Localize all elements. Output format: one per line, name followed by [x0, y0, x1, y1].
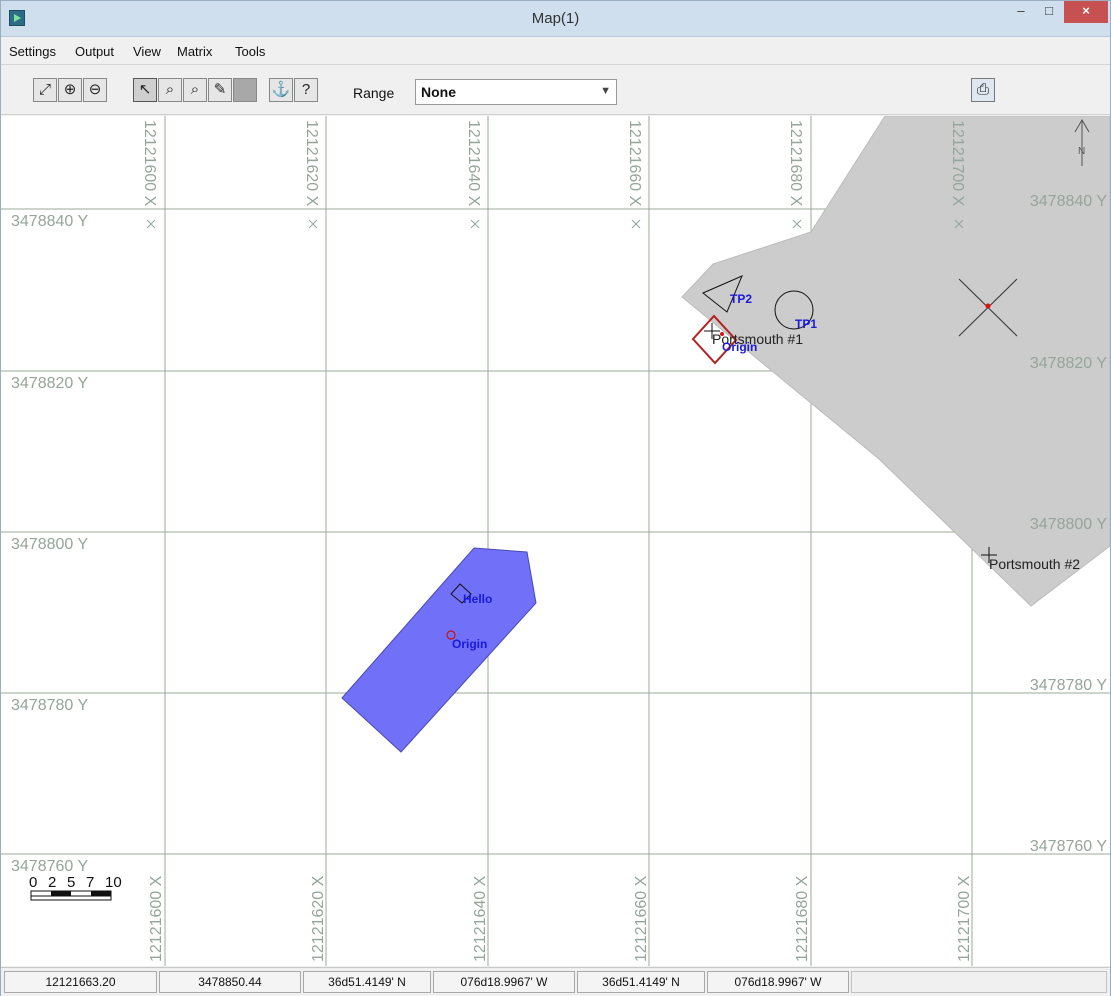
north-label: N — [1078, 146, 1085, 157]
x-label-bottom-5: 12121700 X — [956, 875, 973, 962]
x-label-bottom-0: 12121600 X — [148, 875, 165, 962]
vessel-shape[interactable] — [341, 547, 537, 753]
scale-label-0: 0 — [29, 874, 37, 891]
status-latitude-2: 36d51.4149' N — [577, 971, 705, 993]
window-title: Map(1) — [531, 10, 580, 27]
menu-output[interactable]: Output — [75, 44, 114, 59]
range-dropdown[interactable]: None ▼ — [415, 79, 617, 105]
y-label-left-2: 3478800 Y — [11, 536, 88, 553]
minimize-button[interactable]: – — [1008, 1, 1034, 23]
y-label-right-3: 3478780 Y — [1030, 677, 1107, 694]
select-arrow-icon[interactable]: ↖ — [133, 78, 157, 102]
map-canvas[interactable]: 12121600 X 12121620 X 12121640 X 1212166… — [1, 116, 1110, 966]
tp1-label: TP1 — [795, 317, 817, 331]
menu-tools[interactable]: Tools — [235, 44, 265, 59]
map-svg: 12121600 X 12121620 X 12121640 X 1212166… — [1, 116, 1110, 966]
x-label-top-2: 12121640 X — [465, 120, 482, 207]
status-empty — [851, 971, 1107, 993]
zoom-dynamic-icon[interactable]: ⌕ — [183, 78, 207, 102]
y-label-right-0: 3478840 Y — [1030, 193, 1107, 210]
scale-label-3: 7 — [86, 874, 94, 891]
anchor-icon[interactable]: ⚓ — [269, 78, 293, 102]
y-label-right-1: 3478820 Y — [1030, 355, 1107, 372]
range-label: Range — [353, 85, 395, 101]
menu-view[interactable]: View — [133, 44, 161, 59]
x-label-bottom-1: 12121620 X — [310, 875, 327, 962]
menu-matrix[interactable]: Matrix — [177, 44, 212, 59]
x-label-top-0: 12121600 X — [141, 120, 158, 207]
x-label-bottom-2: 12121640 X — [472, 875, 489, 962]
scale-label-1: 2 — [48, 874, 56, 891]
status-latitude: 36d51.4149' N — [303, 971, 431, 993]
status-northing: 3478850.44 — [159, 971, 301, 993]
y-label-right-4: 3478760 Y — [1030, 838, 1107, 855]
toolbar: ⤢ ⊕ ⊖ ↖ ⌕ ⌕ ✎ ⚓ ? Range None ▼ ⎙ — [1, 65, 1110, 115]
zoom-in-icon[interactable]: ⊕ — [58, 78, 82, 102]
title-bar[interactable]: Map(1) – □ × — [1, 1, 1110, 37]
pointer-info-icon[interactable]: ? — [294, 78, 318, 102]
close-button[interactable]: × — [1064, 1, 1108, 23]
y-label-left-4: 3478760 Y — [11, 858, 88, 875]
x-label-bottom-3: 12121660 X — [633, 875, 650, 962]
status-easting: 12121663.20 — [4, 971, 157, 993]
x-label-top-1: 12121620 X — [303, 120, 320, 207]
origin-label-bottom: Origin — [452, 637, 487, 651]
chevron-down-icon: ▼ — [600, 85, 611, 97]
x-label-top-3: 12121660 X — [626, 120, 643, 207]
hello-label: Hello — [463, 592, 492, 606]
map-window: Map(1) – □ × Settings Output View Matrix… — [0, 0, 1111, 996]
x-label-bottom-4: 12121680 X — [794, 875, 811, 962]
y-label-left-1: 3478820 Y — [11, 375, 88, 392]
origin-label-top: Origin — [722, 340, 757, 354]
tp2-label: TP2 — [730, 292, 752, 306]
range-value: None — [421, 84, 456, 100]
y-label-right-2: 3478800 Y — [1030, 516, 1107, 533]
status-longitude: 076d18.9967' W — [433, 971, 575, 993]
scale-label-2: 5 — [67, 874, 75, 891]
zoom-window-icon[interactable]: ⌕ — [158, 78, 182, 102]
scale-label-4: 10 — [105, 874, 122, 891]
printer-icon[interactable]: ⎙ — [971, 78, 995, 102]
y-label-left-0: 3478840 Y — [11, 213, 88, 230]
status-longitude-2: 076d18.9967' W — [707, 971, 849, 993]
x-labels-bottom: 12121600 X 12121620 X 12121640 X 1212166… — [148, 875, 973, 962]
menu-settings[interactable]: Settings — [9, 44, 56, 59]
status-bar: 12121663.20 3478850.44 36d51.4149' N 076… — [1, 967, 1110, 996]
y-labels-left: 3478840 Y 3478820 Y 3478800 Y 3478780 Y … — [11, 213, 88, 875]
x-label-top-5: 12121700 X — [949, 120, 966, 207]
zoom-out-icon[interactable]: ⊖ — [83, 78, 107, 102]
y-label-left-3: 3478780 Y — [11, 697, 88, 714]
scale-bar: 0 2 5 7 10 — [29, 874, 122, 901]
edit-pencil-icon[interactable]: ✎ — [208, 78, 232, 102]
blank-tool-icon[interactable] — [233, 78, 257, 102]
portsmouth2-label: Portsmouth #2 — [989, 556, 1080, 572]
x-label-top-4: 12121680 X — [787, 120, 804, 207]
maximize-button[interactable]: □ — [1036, 1, 1062, 23]
x-marker-red-dot — [985, 303, 991, 309]
menu-bar: Settings Output View Matrix Tools — [1, 37, 1110, 65]
zoom-extents-icon[interactable]: ⤢ — [33, 78, 57, 102]
